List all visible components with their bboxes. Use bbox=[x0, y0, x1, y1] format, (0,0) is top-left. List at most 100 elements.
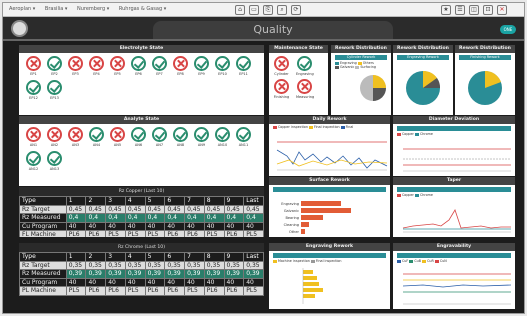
cross-icon bbox=[274, 79, 289, 94]
status-item[interactable]: EP10 bbox=[214, 56, 231, 78]
panel-title: Engravability bbox=[393, 243, 515, 251]
table-cell: 0,35 bbox=[184, 260, 205, 270]
category-label: Bearing bbox=[285, 216, 299, 220]
check-icon bbox=[152, 127, 167, 142]
cross-icon bbox=[274, 56, 289, 71]
taper-panel: Taper Copper Chrome bbox=[393, 177, 515, 237]
column-header: 8 bbox=[203, 252, 225, 262]
table-cell: 40 bbox=[184, 221, 205, 231]
star-icon[interactable]: ★ bbox=[441, 5, 451, 15]
status-item[interactable]: AN1 bbox=[25, 127, 42, 149]
table-cell: 40 bbox=[105, 221, 126, 231]
table-cell: 40 bbox=[223, 221, 245, 231]
status-item[interactable]: EP13 bbox=[46, 80, 63, 102]
bar-chart: Engraving Galvanic Bearing Cleaning Othe… bbox=[281, 201, 351, 234]
toolbar: Aeroplan ▾ Brasilia ▾ Nuremberg ▾ Ruhrga… bbox=[3, 3, 524, 17]
series-line bbox=[402, 284, 512, 288]
breadcrumb-item[interactable]: Ruhrgas & Gasag ▾ bbox=[119, 6, 166, 12]
table-cell: 0,35 bbox=[223, 260, 245, 270]
status-item[interactable]: EP7 bbox=[151, 56, 168, 78]
table-cell: PL5 bbox=[243, 230, 264, 237]
breadcrumb-item[interactable]: Brasilia ▾ bbox=[45, 6, 68, 12]
fullscreen-icon[interactable]: ⊡ bbox=[483, 5, 493, 15]
close-icon[interactable]: ✕ bbox=[497, 5, 507, 15]
status-item[interactable]: EP8 bbox=[172, 56, 189, 78]
table-cell: PL6 bbox=[144, 286, 166, 296]
status-item[interactable]: AN7 bbox=[151, 127, 168, 149]
status-item[interactable]: EP2 bbox=[46, 56, 63, 78]
column-header: 2 bbox=[85, 252, 107, 262]
table-cell: PL6 bbox=[65, 230, 87, 237]
page-title: Quality bbox=[153, 21, 393, 39]
status-item[interactable]: Cylinder bbox=[273, 56, 290, 78]
engraving-rework-panel: Engraving Rework Machine inspection Fina… bbox=[269, 243, 390, 309]
status-item[interactable]: Engraving bbox=[296, 56, 314, 78]
column-header: 9 bbox=[223, 252, 245, 262]
search-icon[interactable]: ⌕ bbox=[277, 5, 287, 15]
status-item-label: AN9 bbox=[197, 143, 206, 147]
copy-icon[interactable]: ⎘ bbox=[263, 5, 273, 15]
window-icon[interactable]: ▭ bbox=[249, 5, 259, 15]
legend-label: Chrome bbox=[419, 132, 433, 136]
status-item[interactable]: EP9 bbox=[193, 56, 210, 78]
check-icon bbox=[131, 56, 146, 71]
rz-chrome-panel: Rz Chrome (Last 10) Type 1 2 3 4 5 6 7 8 9 Last Rz … bbox=[19, 243, 264, 309]
table-cell: 40 bbox=[105, 277, 126, 287]
status-item[interactable]: AN10 bbox=[214, 127, 231, 149]
rework-distribution-panel: Rework Distribution Engraving Rework bbox=[393, 45, 453, 115]
cross-icon bbox=[68, 56, 83, 71]
cross-icon bbox=[26, 127, 41, 142]
electrolyte-icons: EP1 EP2 EP3 EP4 EP5 EP6 EP7 EP8 EP9 EP10 EP11 EP12 E… bbox=[19, 53, 264, 105]
status-item-label: EP3 bbox=[72, 72, 79, 76]
status-item[interactable]: AN11 bbox=[235, 127, 252, 149]
breadcrumb-item[interactable]: Nuremberg ▾ bbox=[77, 6, 109, 12]
status-item[interactable]: AN4 bbox=[88, 127, 105, 149]
pie-chart bbox=[360, 75, 386, 101]
status-item[interactable]: AN2 bbox=[46, 127, 63, 149]
column-header: 8 bbox=[203, 196, 225, 206]
status-item[interactable]: AN5 bbox=[109, 127, 126, 149]
home-icon[interactable]: ⌂ bbox=[235, 5, 245, 15]
status-item-label: AN5 bbox=[113, 143, 122, 147]
status-item[interactable]: AN12 bbox=[25, 151, 42, 173]
status-item[interactable]: EP1 bbox=[25, 56, 42, 78]
status-item[interactable]: EP6 bbox=[130, 56, 147, 78]
status-item[interactable]: Measuring bbox=[296, 79, 314, 101]
table-row: FL Machine PL6 PL6 PL5 PL5 PL5 PL6 PL6 PL5 PL6 PL5 bbox=[19, 230, 264, 237]
status-item[interactable]: Finishing bbox=[273, 79, 290, 101]
status-item[interactable]: EP4 bbox=[88, 56, 105, 78]
line-chart bbox=[402, 273, 512, 305]
table-cell: PL5 bbox=[144, 230, 166, 237]
status-badge[interactable]: ONE bbox=[500, 25, 516, 34]
cross-icon bbox=[68, 127, 83, 142]
check-icon bbox=[152, 56, 167, 71]
menu-icon[interactable]: ☰ bbox=[455, 5, 465, 15]
status-item[interactable]: EP3 bbox=[67, 56, 84, 78]
maintenance-icons: Cylinder Engraving Finishing Measuring bbox=[269, 53, 328, 104]
legend-label: Surfacing bbox=[360, 65, 376, 69]
table-row: Rz Measured 0,39 0,39 0,39 0,39 0,39 0,39 0,39 0… bbox=[19, 269, 264, 279]
status-item[interactable]: AN9 bbox=[193, 127, 210, 149]
status-item-label: EP11 bbox=[239, 72, 248, 76]
breadcrumb-item[interactable]: Aeroplan ▾ bbox=[9, 6, 35, 12]
table-cell: PL6 bbox=[203, 286, 225, 296]
status-item[interactable]: EP11 bbox=[235, 56, 252, 78]
split-icon[interactable]: ◫ bbox=[469, 5, 479, 15]
column-header: 4 bbox=[124, 252, 146, 262]
table-cell: 0,39 bbox=[124, 269, 146, 279]
status-item[interactable]: AN13 bbox=[46, 151, 63, 173]
column-header: Type bbox=[19, 252, 67, 262]
status-item[interactable]: AN8 bbox=[172, 127, 189, 149]
status-item-label: EP9 bbox=[198, 72, 205, 76]
legend-label: Chrome bbox=[419, 193, 433, 197]
refresh-icon[interactable]: ⟳ bbox=[291, 5, 301, 15]
status-item[interactable]: EP12 bbox=[25, 80, 42, 102]
line-chart bbox=[276, 141, 388, 171]
status-item-label: AN11 bbox=[238, 143, 249, 147]
status-item[interactable]: AN6 bbox=[130, 127, 147, 149]
column-header: Type bbox=[19, 196, 67, 206]
toolbar-tools: ⌂ ▭ ⎘ ⌕ ⟳ bbox=[235, 5, 301, 15]
status-item[interactable]: EP5 bbox=[109, 56, 126, 78]
table-cell: 0,35 bbox=[164, 260, 186, 270]
status-item[interactable]: AN3 bbox=[67, 127, 84, 149]
